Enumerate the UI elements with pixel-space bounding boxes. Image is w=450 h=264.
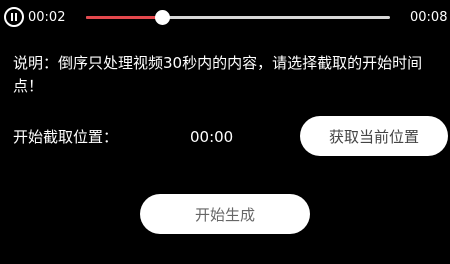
start-position-label: 开始截取位置： xyxy=(13,128,119,146)
notice-text: 说明：倒序只处理视频30秒内的内容，请选择截取的开始时间点！ xyxy=(13,54,423,95)
seek-thumb[interactable] xyxy=(155,10,170,25)
total-time: 00:08 xyxy=(410,10,448,25)
seek-slider[interactable] xyxy=(86,10,390,25)
start-position-value: 00:00 xyxy=(190,128,234,146)
player-control-bar: 00:02 00:08 xyxy=(0,0,450,36)
start-generate-button[interactable]: 开始生成 xyxy=(140,194,310,234)
pause-icon[interactable] xyxy=(4,7,24,27)
seek-progress xyxy=(86,16,162,19)
current-time: 00:02 xyxy=(28,10,66,25)
get-current-position-button[interactable]: 获取当前位置 xyxy=(300,116,448,156)
